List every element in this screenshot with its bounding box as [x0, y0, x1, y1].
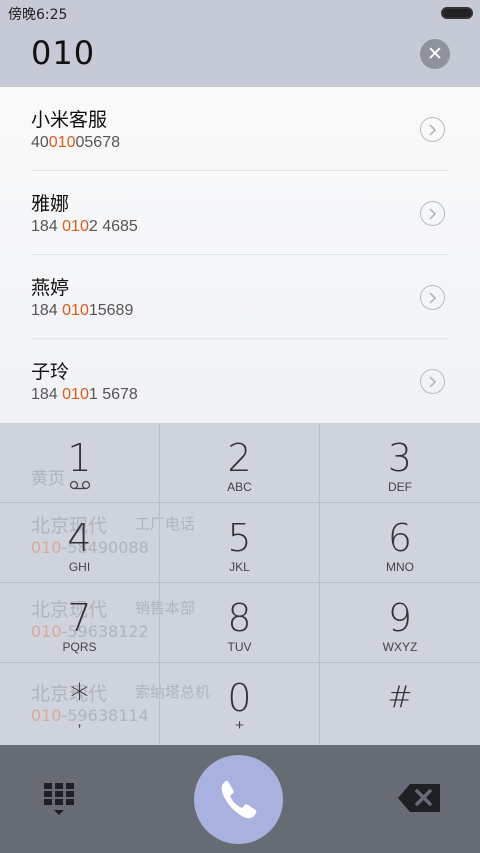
search-header: 010 ✕: [0, 26, 480, 87]
key-0[interactable]: 0 +: [160, 663, 320, 745]
phone-handset-icon: [221, 780, 257, 819]
search-results-list: 小米客服 4001005678 雅娜 184 0102 4685 燕婷 184 …: [0, 87, 480, 423]
status-time: 傍晚6:25: [8, 7, 68, 23]
key-8[interactable]: 8 TUV: [160, 583, 320, 663]
contact-name: 雅娜: [31, 193, 70, 215]
call-button[interactable]: [194, 755, 283, 844]
contact-detail-button[interactable]: [420, 201, 445, 226]
list-item[interactable]: 燕婷 184 01015689: [0, 255, 480, 339]
contact-detail-button[interactable]: [420, 117, 445, 142]
contact-number: 184 01015689: [31, 302, 134, 319]
contact-number: 184 0102 4685: [31, 218, 138, 235]
close-icon: ✕: [427, 43, 443, 65]
key-6[interactable]: 6 MNO: [320, 503, 480, 583]
chevron-right-icon: [429, 208, 437, 220]
match-highlight: 010: [62, 302, 89, 319]
key-5[interactable]: 5 JKL: [160, 503, 320, 583]
contact-detail-button[interactable]: [420, 369, 445, 394]
key-4[interactable]: 4 GHI: [0, 503, 160, 583]
contact-number: 184 0101 5678: [31, 386, 138, 403]
key-3[interactable]: 3 DEF: [320, 423, 480, 503]
match-highlight: 010: [62, 386, 89, 403]
contact-detail-button[interactable]: [420, 285, 445, 310]
contact-name: 燕婷: [31, 277, 70, 299]
key-hash[interactable]: #: [320, 663, 480, 745]
contact-number: 4001005678: [31, 134, 120, 151]
match-highlight: 010: [62, 218, 89, 235]
dial-input[interactable]: 010: [31, 34, 95, 72]
key-1[interactable]: 1: [0, 423, 160, 503]
key-9[interactable]: 9 WXYZ: [320, 583, 480, 663]
battery-icon: [441, 7, 473, 19]
list-item[interactable]: 小米客服 4001005678: [0, 87, 480, 171]
match-highlight: 010: [48, 134, 76, 151]
status-bar: 傍晚6:25: [0, 0, 480, 26]
contact-name: 子玲: [31, 361, 70, 383]
key-2[interactable]: 2 ABC: [160, 423, 320, 503]
list-item[interactable]: 雅娜 184 0102 4685: [0, 171, 480, 255]
list-item[interactable]: 子玲 184 0101 5678: [0, 339, 480, 423]
bottom-action-bar: [0, 745, 480, 853]
contact-name: 小米客服: [31, 109, 108, 131]
chevron-right-icon: [429, 292, 437, 304]
chevron-right-icon: [429, 124, 437, 136]
dialpad-grid-icon[interactable]: [44, 783, 74, 817]
key-star[interactable]: * ,: [0, 663, 160, 745]
chevron-right-icon: [429, 376, 437, 388]
clear-button[interactable]: ✕: [420, 39, 450, 69]
key-7[interactable]: 7 PQRS: [0, 583, 160, 663]
voicemail-icon: [69, 480, 90, 490]
dial-keypad: 黄页 北京现代 工厂电话 010-58490088 北京现代 销售本部 010-…: [0, 423, 480, 745]
backspace-icon[interactable]: [398, 784, 440, 812]
